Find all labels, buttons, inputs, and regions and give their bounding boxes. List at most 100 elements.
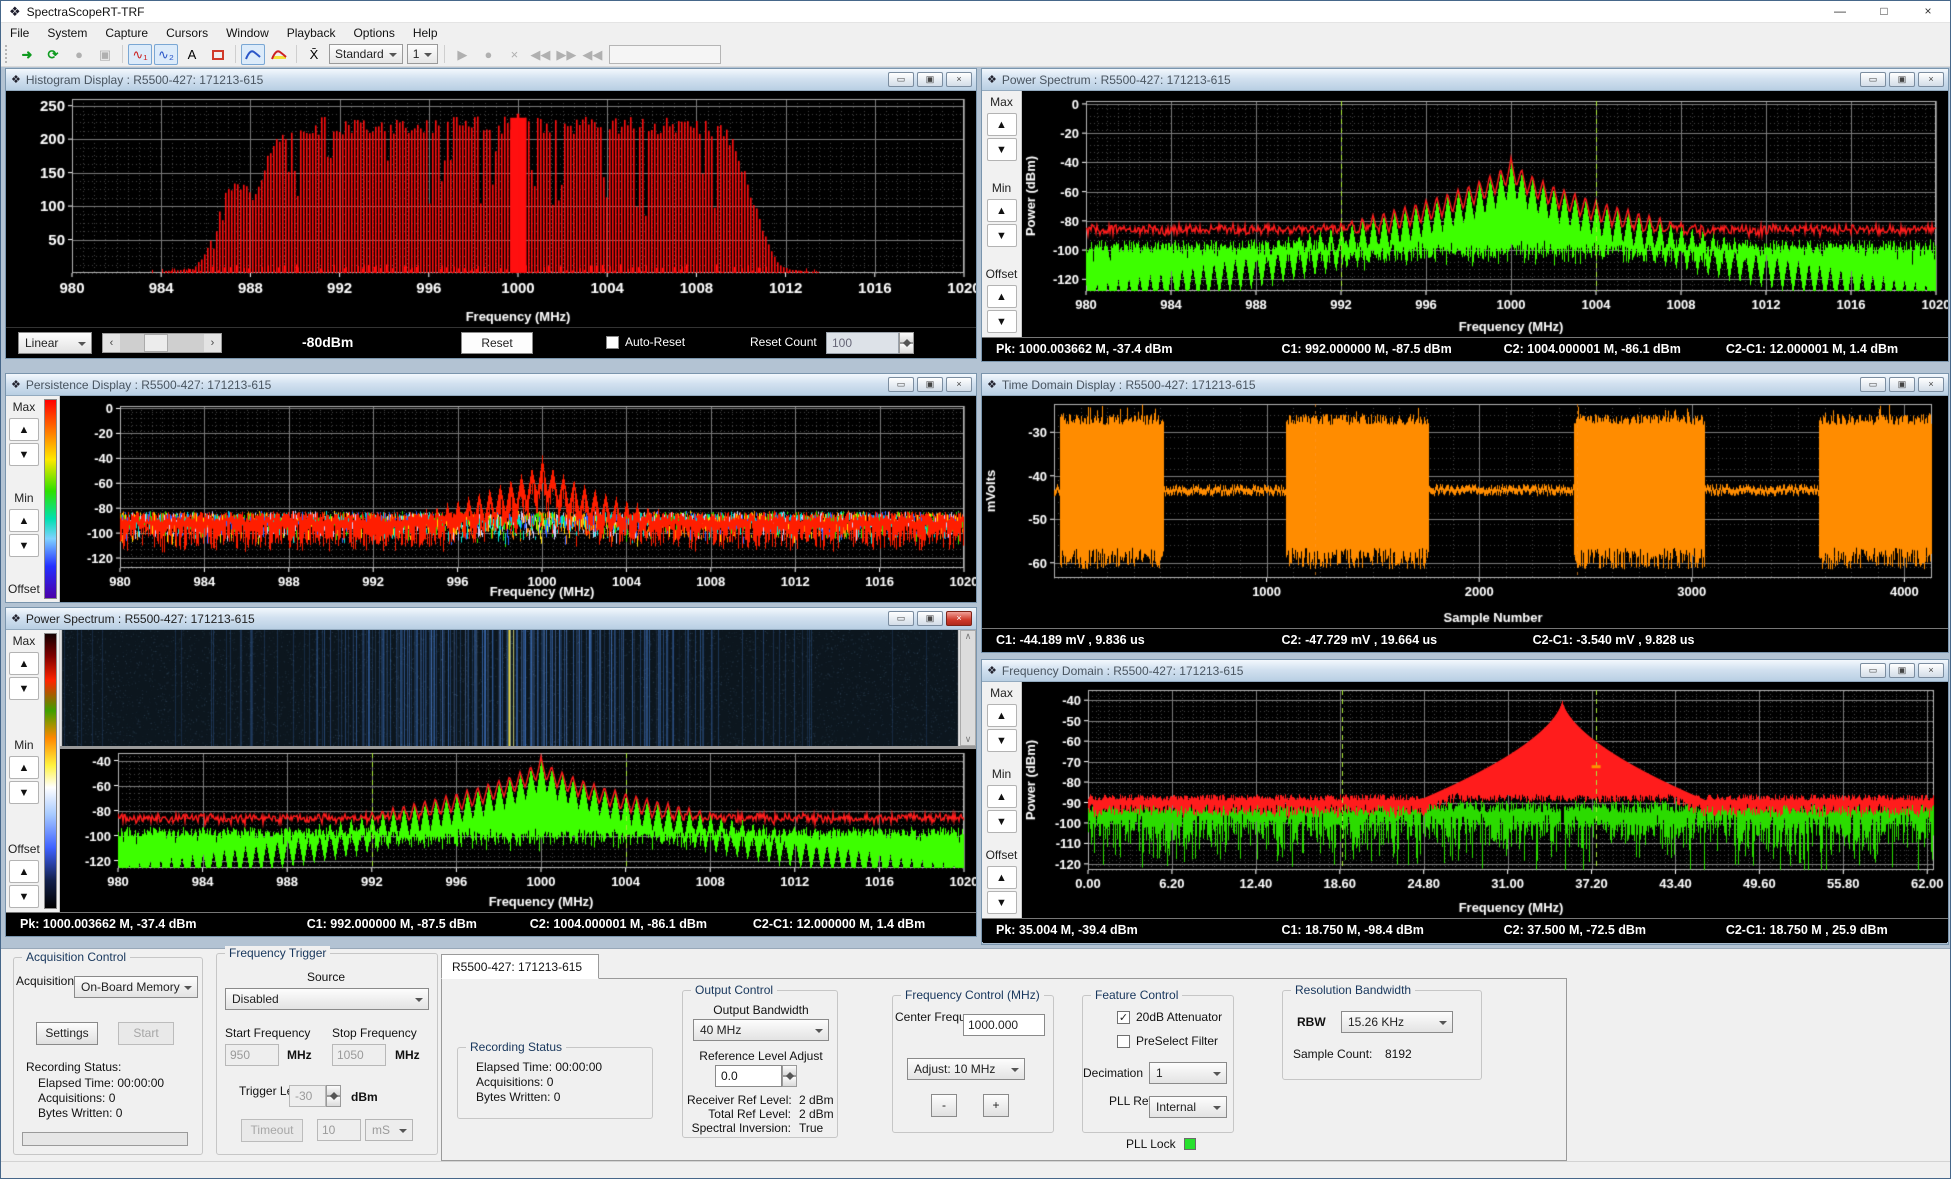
offset-up-button[interactable]: ▲ bbox=[9, 860, 39, 883]
trigger-level-spinner[interactable]: -30 bbox=[289, 1085, 341, 1107]
run-icon[interactable]: ➜ bbox=[15, 44, 39, 65]
reset-button[interactable]: Reset bbox=[461, 332, 533, 354]
min-down-button[interactable]: ▼ bbox=[987, 224, 1017, 247]
close-button[interactable]: × bbox=[1906, 1, 1950, 22]
scroll-left-icon[interactable]: ‹ bbox=[103, 334, 120, 352]
child-maximize-button[interactable]: ▣ bbox=[1889, 72, 1915, 87]
scroll-thumb[interactable] bbox=[144, 334, 168, 352]
autoscale-icon[interactable]: A bbox=[180, 44, 204, 65]
trace-blue-icon[interactable] bbox=[241, 44, 265, 65]
zoom-region-icon[interactable] bbox=[206, 44, 230, 65]
menu-item-system[interactable]: System bbox=[38, 24, 96, 42]
spin-down-icon[interactable] bbox=[782, 1076, 797, 1087]
max-down-button[interactable]: ▼ bbox=[9, 677, 39, 700]
menu-item-capture[interactable]: Capture bbox=[96, 24, 157, 42]
auto-reset-checkbox[interactable]: Auto-Reset bbox=[606, 335, 685, 349]
child-close-button[interactable]: × bbox=[1918, 72, 1944, 87]
skip-end-icon[interactable]: ▶▶ bbox=[554, 44, 578, 65]
center-frequency-field[interactable] bbox=[963, 1014, 1045, 1036]
device-tab[interactable]: R5500-427: 171213-615 bbox=[441, 954, 599, 979]
rbw-dropdown[interactable]: 15.26 KHz bbox=[1341, 1011, 1453, 1033]
max-up-button[interactable]: ▲ bbox=[987, 704, 1017, 727]
adjust-step-dropdown[interactable]: Adjust: 10 MHz bbox=[907, 1058, 1025, 1080]
record-icon[interactable]: ● bbox=[476, 44, 500, 65]
min-down-button[interactable]: ▼ bbox=[987, 810, 1017, 833]
power-spectrum-titlebar[interactable]: ❖ Power Spectrum : R5500-427: 171213-615… bbox=[982, 69, 1948, 91]
minimize-button[interactable]: — bbox=[1818, 1, 1862, 22]
timeout-unit-dropdown[interactable]: mS bbox=[365, 1119, 413, 1141]
record-sphere-icon[interactable]: ● bbox=[67, 44, 91, 65]
output-bandwidth-dropdown[interactable]: 40 MHz bbox=[693, 1019, 829, 1041]
menu-item-options[interactable]: Options bbox=[344, 24, 403, 42]
child-minimize-button[interactable]: ▭ bbox=[888, 72, 914, 87]
histogram-titlebar[interactable]: ❖ Histogram Display : R5500-427: 171213-… bbox=[6, 69, 976, 91]
scroll-up-icon[interactable]: ∧ bbox=[965, 631, 972, 642]
menu-item-cursors[interactable]: Cursors bbox=[157, 24, 217, 42]
channel-dropdown[interactable]: 1 bbox=[407, 44, 439, 64]
offset-down-button[interactable]: ▼ bbox=[987, 310, 1017, 333]
cursor2-icon[interactable]: ∿₂ bbox=[154, 44, 178, 65]
child-close-button[interactable]: × bbox=[946, 377, 972, 392]
cursor1-icon[interactable]: ∿₁ bbox=[128, 44, 152, 65]
menu-item-playback[interactable]: Playback bbox=[278, 24, 345, 42]
continuous-run-icon[interactable]: ⟳ bbox=[41, 44, 65, 65]
play-icon[interactable]: ▶ bbox=[450, 44, 474, 65]
child-minimize-button[interactable]: ▭ bbox=[1860, 377, 1886, 392]
frequency-plus-button[interactable]: + bbox=[983, 1094, 1009, 1117]
stop-icon[interactable]: × bbox=[502, 44, 526, 65]
time-domain-titlebar[interactable]: ❖ Time Domain Display : R5500-427: 17121… bbox=[982, 374, 1948, 396]
max-down-button[interactable]: ▼ bbox=[987, 138, 1017, 161]
spin-down-icon[interactable] bbox=[326, 1096, 341, 1107]
min-up-button[interactable]: ▲ bbox=[9, 756, 39, 779]
main-titlebar[interactable]: ❖ SpectraScopeRT-TRF — □ × bbox=[1, 1, 1950, 23]
time-domain-plot[interactable] bbox=[982, 396, 1948, 628]
scale-dropdown[interactable]: Linear bbox=[18, 332, 92, 354]
attenuator-checkbox[interactable]: ✓ 20dB Attenuator bbox=[1117, 1010, 1222, 1024]
menu-item-file[interactable]: File bbox=[1, 24, 38, 42]
min-up-button[interactable]: ▲ bbox=[987, 199, 1017, 222]
acquisition-style-dropdown[interactable]: On-Board Memory bbox=[74, 976, 198, 998]
scroll-down-icon[interactable]: ∨ bbox=[965, 734, 972, 745]
min-up-button[interactable]: ▲ bbox=[987, 785, 1017, 808]
menu-item-help[interactable]: Help bbox=[404, 24, 447, 42]
scroll-right-icon[interactable]: › bbox=[204, 334, 221, 352]
reference-level-spinner[interactable]: 0.0 bbox=[715, 1065, 797, 1087]
reference-level-value[interactable]: 0.0 bbox=[715, 1065, 782, 1087]
child-close-button[interactable]: × bbox=[946, 72, 972, 87]
child-close-button[interactable]: × bbox=[1918, 663, 1944, 678]
power-spectrum-waterfall-titlebar[interactable]: ❖ Power Spectrum : R5500-427: 171213-615… bbox=[6, 608, 976, 630]
start-frequency-field[interactable] bbox=[225, 1044, 279, 1066]
child-minimize-button[interactable]: ▭ bbox=[1860, 72, 1886, 87]
child-maximize-button[interactable]: ▣ bbox=[1889, 377, 1915, 392]
child-minimize-button[interactable]: ▭ bbox=[888, 377, 914, 392]
frequency-minus-button[interactable]: - bbox=[931, 1094, 957, 1117]
max-down-button[interactable]: ▼ bbox=[987, 729, 1017, 752]
child-maximize-button[interactable]: ▣ bbox=[917, 72, 943, 87]
min-down-button[interactable]: ▼ bbox=[9, 781, 39, 804]
pll-ref-dropdown[interactable]: Internal bbox=[1149, 1096, 1227, 1118]
power-spectrum-plot[interactable] bbox=[60, 749, 976, 912]
settings-button[interactable]: Settings bbox=[36, 1022, 98, 1045]
waterfall-scrollbar[interactable]: ∧ ∨ bbox=[960, 630, 976, 746]
checkbox-box[interactable] bbox=[606, 336, 619, 349]
decimation-dropdown[interactable]: 1 bbox=[1149, 1062, 1227, 1084]
min-up-button[interactable]: ▲ bbox=[9, 509, 39, 532]
min-down-button[interactable]: ▼ bbox=[9, 534, 39, 557]
checkbox-box[interactable] bbox=[1117, 1035, 1130, 1048]
max-up-button[interactable]: ▲ bbox=[9, 652, 39, 675]
persistence-plot[interactable] bbox=[60, 396, 976, 602]
child-close-button[interactable]: × bbox=[946, 611, 972, 626]
spin-down-icon[interactable] bbox=[899, 343, 914, 354]
average-xbar-icon[interactable]: X̄ bbox=[302, 44, 326, 65]
step-icon[interactable]: ◀◀ bbox=[580, 44, 604, 65]
reset-count-value[interactable]: 100 bbox=[826, 332, 899, 354]
child-minimize-button[interactable]: ▭ bbox=[888, 611, 914, 626]
timeout-button[interactable]: Timeout bbox=[241, 1119, 303, 1142]
menu-item-window[interactable]: Window bbox=[217, 24, 278, 42]
offset-down-button[interactable]: ▼ bbox=[987, 891, 1017, 914]
max-up-button[interactable]: ▲ bbox=[9, 418, 39, 441]
skip-start-icon[interactable]: ◀◀ bbox=[528, 44, 552, 65]
frequency-domain-titlebar[interactable]: ❖ Frequency Domain : R5500-427: 171213-6… bbox=[982, 660, 1948, 682]
level-scrollbar[interactable]: ‹ › bbox=[102, 333, 222, 353]
trigger-level-value[interactable]: -30 bbox=[289, 1085, 326, 1107]
